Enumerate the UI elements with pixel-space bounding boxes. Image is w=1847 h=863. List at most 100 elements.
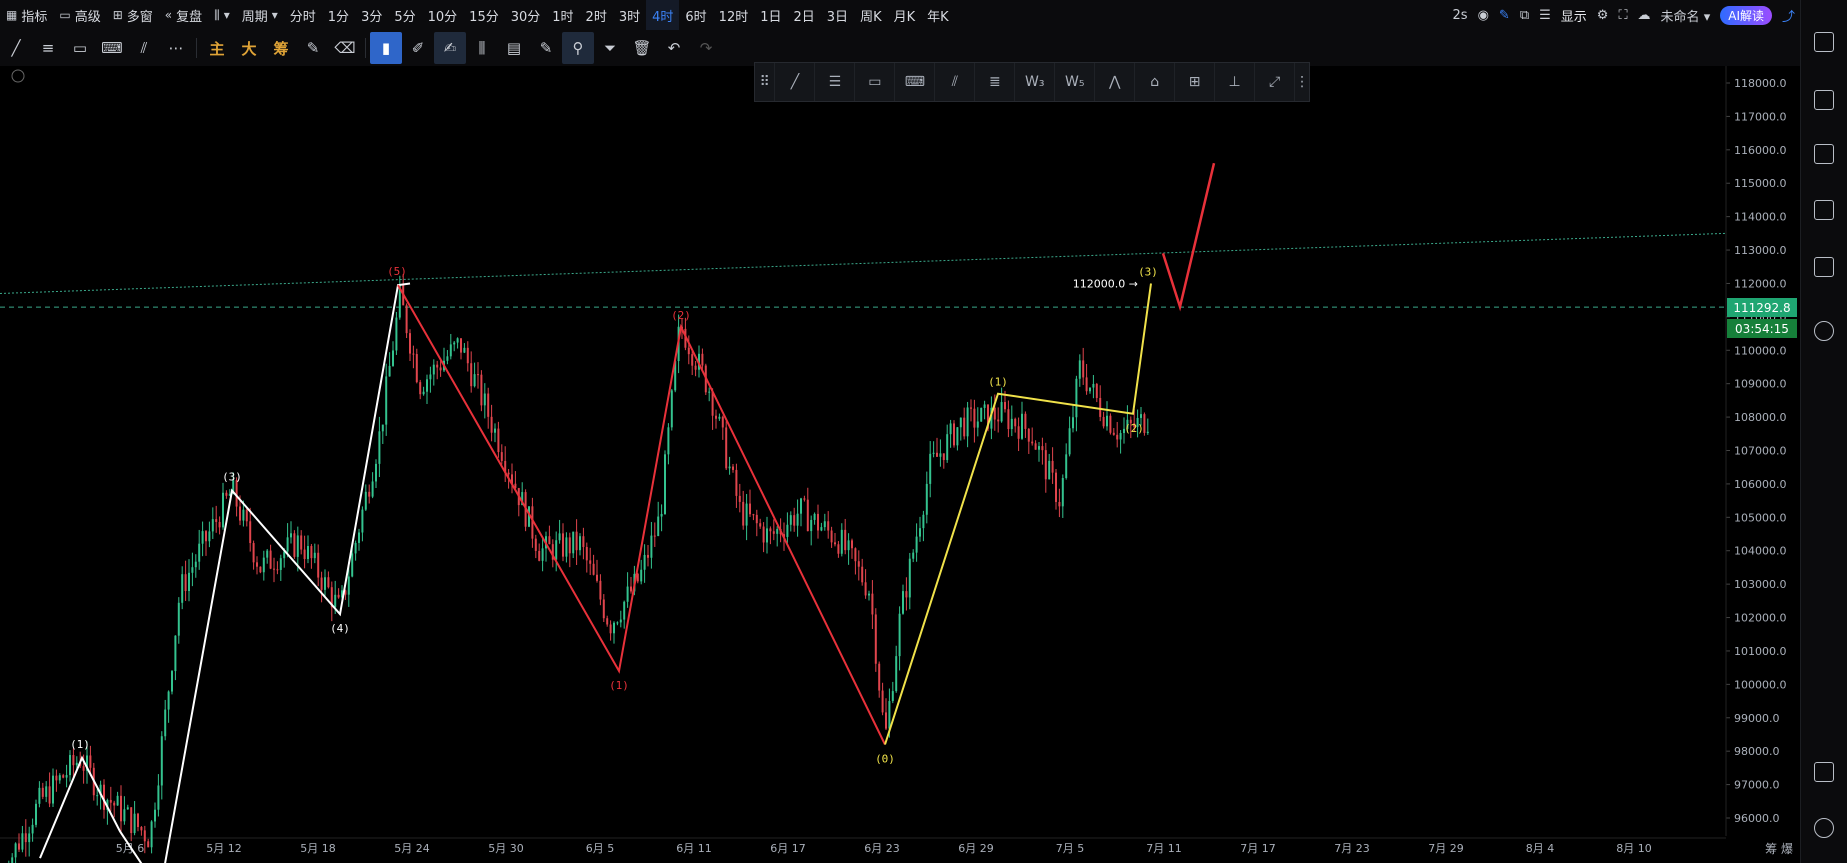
expand-circle-icon[interactable]: [11, 69, 25, 83]
timeframe-8[interactable]: 2时: [580, 0, 613, 30]
horizontal-line-icon[interactable]: ☰: [815, 63, 856, 101]
undo-icon[interactable]: ↶: [658, 32, 690, 64]
layout-panel-icon[interactable]: [1814, 762, 1834, 782]
price-annotation: 112000.0 →: [1073, 277, 1138, 290]
candle-body: [249, 521, 252, 544]
price-chart[interactable]: 118000.0 117000.0 116000.0 115000.0 114000.0…: [0, 66, 1800, 863]
timeframe-3[interactable]: 5分: [388, 0, 421, 30]
channel-icon[interactable]: ⫽: [935, 63, 976, 101]
timeframe-1[interactable]: 1分: [322, 0, 355, 30]
candle-body: [728, 466, 731, 469]
yellow-wave-line[interactable]: [884, 283, 1152, 745]
pencil-icon[interactable]: ✎: [1499, 8, 1510, 23]
cards-icon[interactable]: [1814, 257, 1834, 277]
edit-icon[interactable]: ✎: [297, 32, 329, 64]
wave5-icon[interactable]: W₅: [1055, 63, 1096, 101]
fib-icon[interactable]: ≣: [975, 63, 1016, 101]
collapse-icon[interactable]: ⋮: [1295, 63, 1309, 101]
ruler-icon[interactable]: ✐: [402, 32, 434, 64]
timeframe-10[interactable]: 4时: [646, 0, 680, 30]
timeframe-9[interactable]: 3时: [613, 0, 646, 30]
main-chart-toggle[interactable]: 主: [201, 32, 233, 64]
extend-icon[interactable]: ⤢: [1255, 63, 1296, 101]
timeframe-12[interactable]: 12时: [713, 0, 755, 30]
chip-distribution-toggle[interactable]: 筹: [265, 32, 297, 64]
layout-icon[interactable]: ⧉: [1520, 8, 1529, 23]
rectangle-tool-icon[interactable]: ▭: [64, 32, 96, 64]
wave3-icon[interactable]: W₃: [1015, 63, 1056, 101]
timeframe-11[interactable]: 6时: [679, 0, 712, 30]
horizontal-lines-icon[interactable]: ≡: [32, 32, 64, 64]
drag-handle-icon[interactable]: ⠿: [755, 63, 776, 101]
line-tool-icon[interactable]: ╱: [775, 63, 816, 101]
candle-tool-icon[interactable]: ⫼: [466, 32, 498, 64]
support-icon[interactable]: [1814, 818, 1834, 838]
advanced-button[interactable]: ▭ 高级: [53, 0, 106, 30]
candle-body: [466, 347, 469, 364]
chart-icon[interactable]: [1814, 200, 1834, 220]
candle-body: [55, 775, 58, 781]
list-icon[interactable]: ☰: [1539, 8, 1551, 23]
note-icon[interactable]: ✎: [530, 32, 562, 64]
pattern-icon[interactable]: ⋀: [1095, 63, 1136, 101]
timeframe-2[interactable]: 3分: [355, 0, 388, 30]
candle-body: [120, 795, 122, 822]
clipboard-icon[interactable]: ▤: [498, 32, 530, 64]
notes-icon[interactable]: [1814, 32, 1834, 52]
timeframe-13[interactable]: 1日: [754, 0, 787, 30]
brush-icon[interactable]: ⌫: [329, 32, 361, 64]
exchange-icon[interactable]: [1814, 321, 1834, 341]
measure-icon[interactable]: ⊥: [1215, 63, 1256, 101]
candle-body: [1112, 432, 1115, 435]
candle-body: [602, 599, 605, 619]
timeframe-6[interactable]: 30分: [505, 0, 547, 30]
stats-icon[interactable]: [1814, 144, 1834, 164]
timeframe-7[interactable]: 1时: [546, 0, 579, 30]
large-order-toggle[interactable]: 大: [233, 32, 265, 64]
add-icon[interactable]: ⊞: [1175, 63, 1216, 101]
candle-body: [405, 305, 408, 334]
ai-interpret-button[interactable]: AI解读: [1720, 5, 1772, 25]
white-wave-line[interactable]: [39, 282, 411, 863]
timeframe-17[interactable]: 月K: [888, 0, 922, 30]
resistance-trendline[interactable]: [0, 232, 1727, 294]
projection-line[interactable]: [1161, 162, 1216, 312]
range-icon[interactable]: ⌨: [895, 63, 936, 101]
timeframe-18[interactable]: 年K: [921, 0, 955, 30]
timeframe-5[interactable]: 15分: [463, 0, 505, 30]
unnamed-layout[interactable]: 未命名 ▾: [1661, 6, 1711, 25]
timeframe-0[interactable]: 分时: [284, 0, 322, 30]
candle-body: [1055, 472, 1057, 502]
filter-icon[interactable]: ⏷: [594, 32, 626, 64]
line-tool-icon[interactable]: ╱: [0, 32, 32, 64]
candle-body: [806, 499, 809, 532]
shape-icon[interactable]: ⌂: [1135, 63, 1176, 101]
magnet-icon[interactable]: ⚲: [562, 32, 594, 64]
timeframe-14[interactable]: 2日: [788, 0, 821, 30]
pen-icon[interactable]: ✍: [434, 32, 466, 64]
candle-body: [395, 317, 398, 351]
candle-body: [432, 364, 435, 375]
refresh-interval[interactable]: 2s: [1453, 8, 1468, 23]
redo-icon[interactable]: ↷: [690, 32, 722, 64]
timeframe-16[interactable]: 周K: [854, 0, 888, 30]
timeframe-15[interactable]: 3日: [821, 0, 854, 30]
bookmark-icon[interactable]: ▮: [370, 32, 402, 64]
chart-type-button[interactable]: ⫼ ▾: [208, 0, 236, 30]
period-dropdown[interactable]: 周期 ▾: [236, 0, 284, 30]
multi-window-button[interactable]: ⊞ 多窗: [107, 0, 159, 30]
rectangle-icon[interactable]: ▭: [855, 63, 896, 101]
range-tool-icon[interactable]: ⌨: [96, 32, 128, 64]
camera-icon[interactable]: ◉: [1478, 8, 1489, 23]
replay-button[interactable]: «复盘: [159, 0, 208, 30]
parallel-channel-icon[interactable]: ⫽: [128, 32, 160, 64]
settings-icon[interactable]: ⚙: [1597, 8, 1609, 23]
display-button[interactable]: 显示: [1561, 6, 1587, 25]
more-tools-icon[interactable]: ⋯: [160, 32, 192, 64]
share-icon[interactable]: ⤴: [1782, 6, 1795, 25]
fullscreen-icon[interactable]: ⛶: [1618, 8, 1627, 23]
indicators-button[interactable]: ▦ 指标: [0, 0, 53, 30]
timeframe-4[interactable]: 10分: [422, 0, 464, 30]
wallet-icon[interactable]: [1814, 90, 1834, 110]
trash-icon[interactable]: 🗑: [626, 32, 658, 64]
